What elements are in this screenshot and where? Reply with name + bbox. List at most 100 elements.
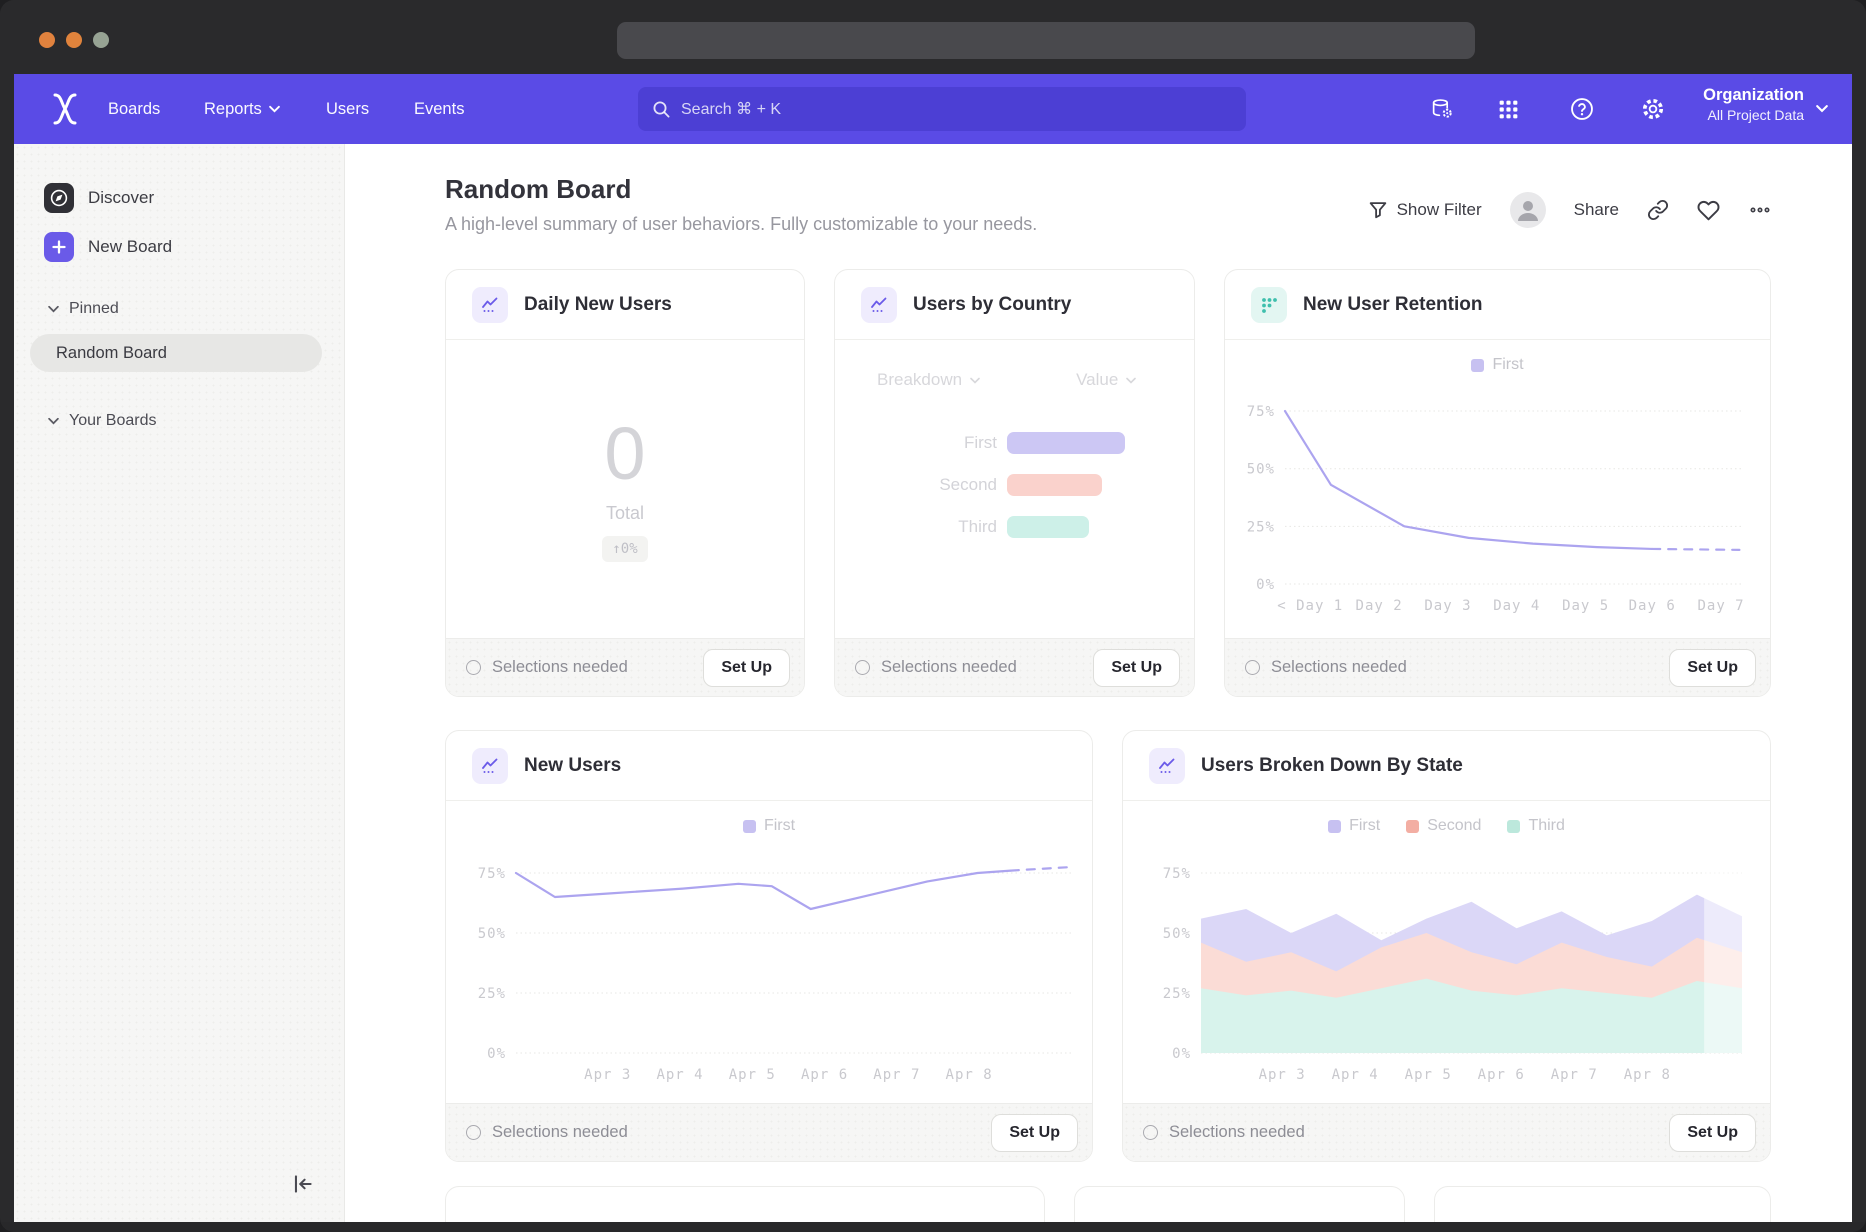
metric-value: 0	[604, 417, 645, 491]
help-icon[interactable]	[1569, 96, 1595, 122]
show-filter-button[interactable]: Show Filter	[1368, 200, 1482, 220]
card-title: Users by Country	[913, 294, 1071, 316]
card-title: Users Broken Down By State	[1201, 755, 1463, 777]
breakdown-dropdown[interactable]: Breakdown	[877, 370, 980, 390]
window-minimize-button[interactable]	[66, 32, 82, 48]
data-management-icon[interactable]	[1429, 96, 1455, 122]
setup-button[interactable]: Set Up	[1669, 1114, 1756, 1152]
app-window: Boards Reports Users Events Search ⌘ + K	[0, 0, 1866, 1232]
search-icon	[652, 100, 671, 119]
svg-text:Apr 3: Apr 3	[584, 1067, 631, 1083]
value-bar	[1007, 474, 1102, 496]
copy-link-icon[interactable]	[1647, 199, 1669, 221]
metric-label: Total	[606, 503, 644, 524]
sidebar-item-random-board[interactable]: Random Board	[30, 334, 322, 372]
breakdown-row: Third	[835, 506, 1194, 548]
breakdown-row: First	[835, 422, 1194, 464]
svg-text:0%: 0%	[487, 1046, 506, 1062]
avatar[interactable]	[1510, 192, 1546, 228]
sidebar-item-new-board[interactable]: New Board	[44, 232, 172, 262]
value-bar	[1007, 516, 1089, 538]
legend-swatch	[1406, 820, 1419, 833]
sidebar-discover-label: Discover	[88, 188, 154, 208]
board-actions: Show Filter Share	[1368, 192, 1772, 228]
svg-text:Day 3: Day 3	[1424, 598, 1471, 614]
favorite-heart-icon[interactable]	[1697, 199, 1720, 222]
window-zoom-button[interactable]	[93, 32, 109, 48]
value-dropdown[interactable]: Value	[1076, 370, 1136, 390]
sidebar-item-discover[interactable]: Discover	[44, 183, 154, 213]
legend-swatch	[743, 820, 756, 833]
sidebar-section-your-boards[interactable]: Your Boards	[48, 412, 156, 430]
radio-icon	[1245, 660, 1260, 675]
svg-text:0%: 0%	[1172, 1046, 1191, 1062]
browser-url-bar[interactable]	[617, 22, 1475, 59]
pinned-label: Pinned	[69, 300, 119, 318]
status-text: Selections needed	[1245, 658, 1407, 677]
more-options-icon[interactable]	[1748, 198, 1772, 222]
org-switcher[interactable]: Organization All Project Data	[1703, 86, 1804, 123]
svg-text:25%: 25%	[478, 986, 506, 1002]
setup-button[interactable]: Set Up	[703, 649, 790, 687]
apps-grid-icon[interactable]	[1495, 96, 1521, 122]
your-boards-label: Your Boards	[69, 412, 156, 430]
svg-text:Day 4: Day 4	[1493, 598, 1540, 614]
svg-text:25%: 25%	[1163, 986, 1191, 1002]
svg-text:< Day 1: < Day 1	[1277, 598, 1343, 614]
svg-text:50%: 50%	[1163, 926, 1191, 942]
card-title: Daily New Users	[524, 294, 672, 316]
settings-gear-icon[interactable]	[1640, 96, 1666, 122]
window-titlebar	[0, 0, 1866, 74]
svg-text:50%: 50%	[1247, 462, 1275, 478]
card-title: New User Retention	[1303, 294, 1482, 316]
nav-users[interactable]: Users	[326, 74, 369, 144]
card-new-users: New Users First 75%50%25%0%Apr 3Apr 4Apr…	[445, 730, 1093, 1162]
legend-swatch	[1328, 820, 1341, 833]
chevron-down-icon	[48, 305, 59, 313]
org-scope: All Project Data	[1703, 107, 1804, 123]
search-input[interactable]: Search ⌘ + K	[638, 87, 1246, 131]
status-text: Selections needed	[466, 658, 628, 677]
sidebar-collapse-icon[interactable]	[290, 1171, 316, 1202]
nav-reports[interactable]: Reports	[204, 74, 280, 144]
svg-text:25%: 25%	[1247, 519, 1275, 535]
svg-text:Day 5: Day 5	[1562, 598, 1609, 614]
filter-icon	[1368, 200, 1388, 220]
svg-text:Day 2: Day 2	[1356, 598, 1403, 614]
status-text: Selections needed	[855, 658, 1017, 677]
sidebar-section-pinned[interactable]: Pinned	[48, 300, 119, 318]
pinned-board-label: Random Board	[56, 344, 167, 363]
svg-text:Apr 7: Apr 7	[873, 1067, 920, 1083]
mixpanel-logo[interactable]	[52, 93, 78, 125]
setup-button[interactable]: Set Up	[991, 1114, 1078, 1152]
app-content: Boards Reports Users Events Search ⌘ + K	[14, 74, 1852, 1222]
search-placeholder: Search ⌘ + K	[681, 99, 781, 119]
card-daily-new-users: Daily New Users 0 Total ↑0% Selections n…	[445, 269, 805, 697]
svg-text:Apr 4: Apr 4	[656, 1067, 703, 1083]
sidebar-new-board-label: New Board	[88, 237, 172, 257]
legend-swatch	[1507, 820, 1520, 833]
setup-button[interactable]: Set Up	[1669, 649, 1756, 687]
svg-text:0%: 0%	[1256, 577, 1275, 593]
window-close-button[interactable]	[39, 32, 55, 48]
chart-legend: First Second Third	[1123, 817, 1770, 835]
nav-events[interactable]: Events	[414, 74, 464, 144]
card-new-user-retention: New User Retention First 75%50%25%0%< Da…	[1224, 269, 1771, 697]
setup-button[interactable]: Set Up	[1093, 649, 1180, 687]
svg-text:75%: 75%	[1163, 866, 1191, 882]
svg-text:Apr 5: Apr 5	[1405, 1067, 1452, 1083]
svg-text:50%: 50%	[478, 926, 506, 942]
radio-icon	[466, 1125, 481, 1140]
card-users-by-state: Users Broken Down By State First Second …	[1122, 730, 1771, 1162]
chevron-down-icon	[48, 417, 59, 425]
svg-text:Apr 7: Apr 7	[1551, 1067, 1598, 1083]
line-chart-icon	[861, 287, 897, 323]
new-users-line-chart: 75%50%25%0%Apr 3Apr 4Apr 5Apr 6Apr 7Apr …	[446, 835, 1092, 1087]
svg-text:Apr 6: Apr 6	[801, 1067, 848, 1083]
board-main: Random Board A high-level summary of use…	[345, 144, 1852, 1222]
value-bar	[1007, 432, 1125, 454]
legend-swatch	[1471, 359, 1484, 372]
nav-boards[interactable]: Boards	[108, 74, 160, 144]
share-button[interactable]: Share	[1574, 200, 1619, 220]
card-title: New Users	[524, 755, 621, 777]
